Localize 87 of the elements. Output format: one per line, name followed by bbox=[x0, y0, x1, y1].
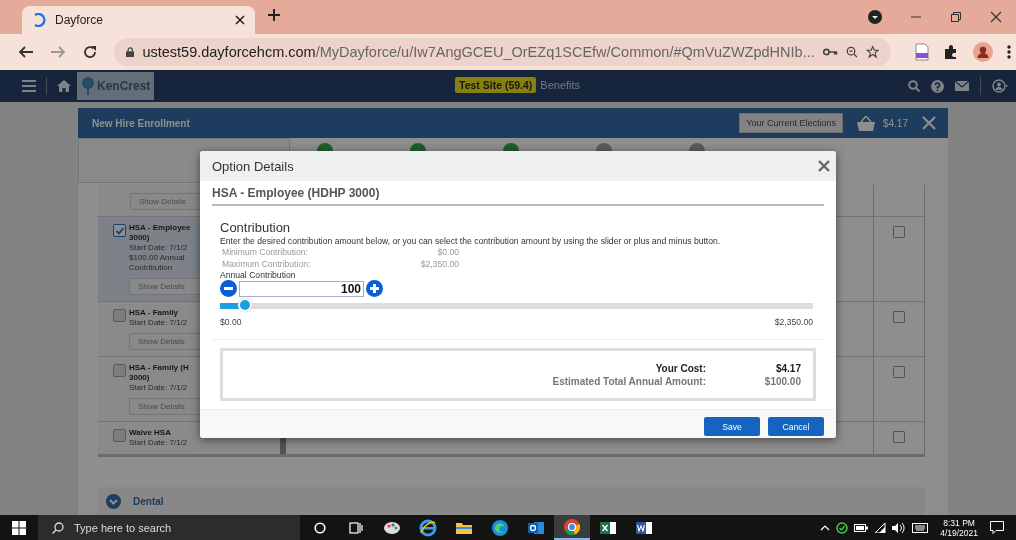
slider-max-label: $2,350.00 bbox=[774, 317, 813, 327]
volume-icon[interactable] bbox=[892, 522, 907, 533]
field-label: Annual Contribution bbox=[220, 270, 297, 280]
checkbox[interactable] bbox=[893, 311, 905, 323]
menu-icon[interactable] bbox=[1007, 44, 1011, 60]
restore-icon[interactable] bbox=[950, 11, 962, 23]
logo-text: KenCrest bbox=[97, 79, 151, 93]
profile-icon[interactable] bbox=[868, 10, 882, 24]
option-details: Start Date: 7/1/2 $100.00 Annual Contribution bbox=[129, 243, 189, 273]
plan-name: HSA - Employee (HDHP 3000) bbox=[212, 184, 824, 206]
option-name: HSA - Employee 3000) bbox=[129, 223, 192, 243]
back-icon[interactable] bbox=[18, 45, 34, 59]
keyboard-icon[interactable] bbox=[912, 522, 929, 533]
basket-icon[interactable] bbox=[856, 115, 875, 131]
search-icon bbox=[52, 521, 64, 534]
option-name: HSA - Family (H 3000) bbox=[129, 363, 190, 383]
option-details: Start Date: 7/1/2 bbox=[129, 438, 188, 448]
limit-value: $2,350.00 bbox=[419, 258, 459, 270]
summary-value: $4.17 bbox=[774, 362, 801, 374]
home-icon[interactable] bbox=[57, 80, 71, 92]
section-title: Contribution bbox=[220, 220, 292, 235]
checkbox[interactable] bbox=[113, 429, 126, 442]
option-details: Start Date: 7/1/2 bbox=[129, 318, 189, 328]
current-elections-button[interactable]: Your Current Elections bbox=[739, 113, 843, 133]
plus-icon[interactable] bbox=[366, 280, 383, 297]
option-name: HSA - Family bbox=[129, 308, 180, 318]
instructions-text: Enter the desired contribution amount below, or you can select the contribution amount by using the slider or plus and minus button. bbox=[220, 236, 722, 246]
slider-thumb[interactable] bbox=[238, 298, 253, 312]
wifi-icon[interactable] bbox=[874, 522, 887, 533]
section-header[interactable]: Dental bbox=[98, 487, 925, 515]
url-text: ustest59.dayforcehcm.com/MyDayforce/u/Iw7AngGCEU_OrEZq1SCEfw/Common/#QmVuZWZpdHNIb... bbox=[142, 44, 815, 60]
limit-value: $0.00 bbox=[436, 246, 459, 258]
checkbox[interactable] bbox=[893, 431, 905, 443]
help-icon[interactable] bbox=[931, 79, 944, 93]
dialog-button[interactable]: Cancel bbox=[768, 417, 824, 436]
browser-tab[interactable]: Dayforce bbox=[22, 6, 255, 34]
dialog-title: Option Details bbox=[212, 158, 295, 174]
avatar-icon[interactable] bbox=[973, 42, 993, 62]
key-icon[interactable] bbox=[822, 47, 838, 57]
tree-icon bbox=[81, 77, 95, 95]
user-icon[interactable] bbox=[992, 79, 1008, 93]
mail-icon[interactable] bbox=[955, 81, 969, 91]
checkbox[interactable] bbox=[113, 309, 126, 322]
close-icon[interactable] bbox=[235, 15, 245, 25]
enrollment-title: New Hire Enrollment bbox=[92, 117, 191, 129]
reload-icon[interactable] bbox=[82, 44, 98, 60]
chrome-browser-icon[interactable] bbox=[563, 517, 581, 536]
lock-icon bbox=[126, 46, 135, 58]
cortana-icon[interactable] bbox=[314, 521, 326, 534]
clock[interactable]: 8:31 PM 4/19/2021 bbox=[940, 517, 978, 538]
zoom-icon[interactable] bbox=[845, 45, 858, 59]
checkbox[interactable] bbox=[113, 224, 126, 237]
dayforce-logo-icon bbox=[32, 13, 46, 27]
search-field[interactable]: Type here to search bbox=[38, 515, 300, 540]
battery-icon[interactable] bbox=[854, 523, 869, 532]
puzzle-icon[interactable] bbox=[943, 44, 959, 60]
summary-label: Estimated Total Annual Amount: bbox=[551, 375, 706, 387]
address-bar[interactable]: ustest59.dayforcehcm.com/MyDayforce/u/Iw7AngGCEU_OrEZq1SCEfw/Common/#QmVuZWZpdHNIb... bbox=[114, 38, 891, 66]
task-view-icon[interactable] bbox=[349, 521, 363, 534]
dialog-button[interactable]: Save bbox=[704, 417, 760, 436]
limit-label: Maximum Contribution: bbox=[222, 258, 312, 270]
notification-icon[interactable] bbox=[990, 521, 1004, 534]
star-icon[interactable] bbox=[865, 44, 879, 60]
close-icon[interactable] bbox=[990, 11, 1002, 23]
slider-min-label: $0.00 bbox=[220, 317, 242, 327]
site-badge: Test Site (59.4) bbox=[455, 77, 537, 93]
checkbox[interactable] bbox=[113, 364, 126, 377]
chevron-down-icon bbox=[106, 493, 121, 509]
cart-total: $4.17 bbox=[882, 117, 908, 129]
windows-icon[interactable] bbox=[12, 520, 26, 535]
page-title: Benefits bbox=[540, 79, 581, 91]
summary-value: $100.00 bbox=[763, 375, 801, 387]
new-tab-icon[interactable] bbox=[267, 8, 281, 22]
option-name: Waive HSA bbox=[129, 428, 172, 438]
amount-field[interactable]: 100 bbox=[239, 280, 364, 297]
chevron-up-icon[interactable] bbox=[820, 524, 831, 531]
browser-e-icon[interactable] bbox=[419, 518, 437, 537]
security-icon[interactable] bbox=[836, 521, 849, 534]
checkbox[interactable] bbox=[893, 366, 905, 378]
minus-icon[interactable] bbox=[220, 280, 237, 297]
browser-wave-icon[interactable] bbox=[491, 518, 509, 537]
search-icon[interactable] bbox=[908, 80, 920, 92]
checkbox[interactable] bbox=[893, 226, 905, 238]
summary-label: Your Cost: bbox=[654, 362, 706, 374]
pdf-icon[interactable] bbox=[915, 43, 929, 61]
limit-label: Minimum Contribution: bbox=[222, 246, 309, 258]
option-details: Start Date: 7/1/2 bbox=[129, 383, 189, 393]
